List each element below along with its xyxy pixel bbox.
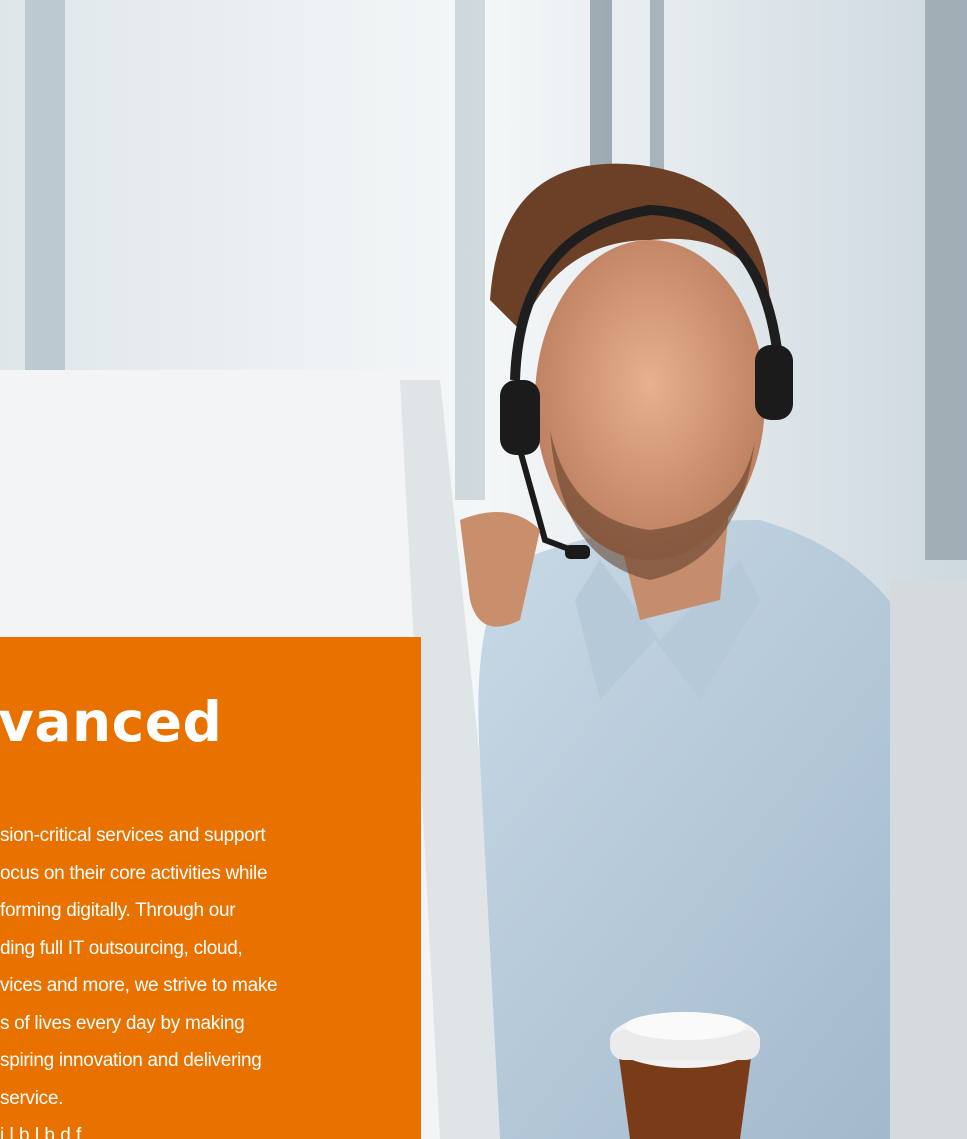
panel-body-line: s of lives every day by making xyxy=(0,1012,245,1034)
panel-heading: vanced xyxy=(0,690,223,754)
panel-body-line: vices and more, we strive to make xyxy=(0,975,278,996)
panel-body-line: sion-critical services and support xyxy=(0,825,266,846)
panel-body: sion-critical services and support ocus … xyxy=(0,817,400,1117)
panel-body-line: forming digitally. Through our xyxy=(0,900,236,921)
panel-body-line: spiring innovation and delivering xyxy=(0,1050,262,1071)
panel-body-continued: i l b l b d f xyxy=(0,1125,82,1139)
intro-panel: vanced sion-critical services and suppor… xyxy=(0,637,421,1139)
panel-body-line: ding full IT outsourcing, cloud, xyxy=(0,937,243,959)
panel-body-line: service. xyxy=(0,1087,64,1109)
panel-body-line: ocus on their core activities while xyxy=(0,862,268,884)
